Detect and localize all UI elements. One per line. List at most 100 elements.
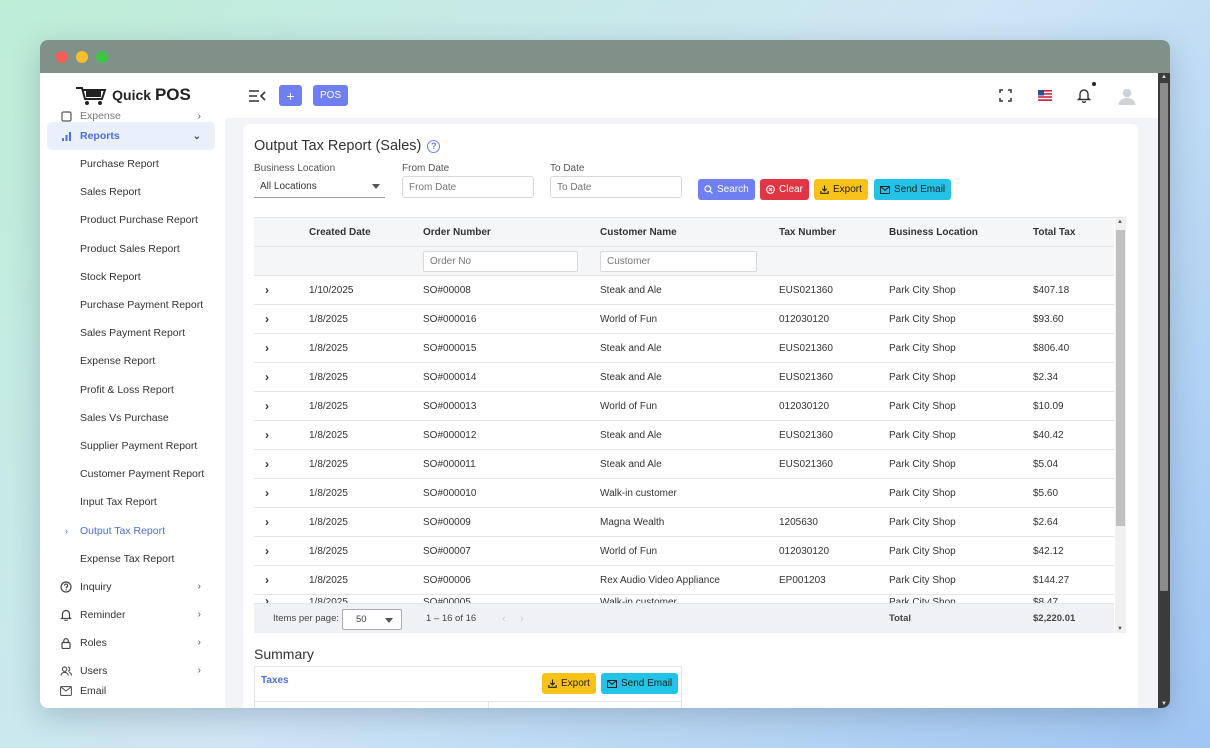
table-row[interactable]: › 1/10/2025 SO#00008 Steak and Ale EUS021360… [254, 276, 1114, 305]
sidebar-subitem-expense-tax-report[interactable]: Expense Tax Report [40, 545, 225, 573]
search-button[interactable]: Search [698, 179, 755, 200]
summary-send-email-button[interactable]: Send Email [601, 673, 679, 694]
expand-row-icon[interactable]: › [260, 363, 274, 391]
fullscreen-icon[interactable] [995, 86, 1015, 106]
table-row[interactable]: › 1/8/2025 SO#000012 Steak and Ale EUS021360… [254, 421, 1114, 450]
expand-row-icon[interactable]: › [260, 392, 274, 420]
cell-business-location: Park City Shop [889, 458, 956, 470]
header-business-location[interactable]: Business Location [889, 218, 978, 246]
cell-order-number: SO#000016 [423, 313, 477, 325]
chevron-right-icon: › [197, 581, 201, 593]
items-per-page-select[interactable]: 50 [342, 609, 402, 630]
expand-row-icon[interactable]: › [260, 479, 274, 507]
grid-scrollbar-thumb[interactable] [1116, 230, 1125, 526]
chevron-down-icon: ⌄ [192, 130, 201, 142]
prev-page-icon[interactable]: ‹ [502, 604, 506, 633]
users-icon [60, 665, 72, 677]
grid-scrollbar[interactable]: ▲ ▼ [1115, 218, 1126, 633]
header-customer-name[interactable]: Customer Name [600, 218, 677, 246]
expand-row-icon[interactable]: › [260, 508, 274, 536]
sidebar-subitem-product-purchase-report[interactable]: Product Purchase Report [40, 206, 225, 234]
from-date-input[interactable]: From Date [402, 176, 534, 198]
cell-tax-number: EUS021360 [779, 458, 833, 470]
minimize-window-button[interactable] [76, 51, 88, 63]
to-date-input[interactable]: To Date [550, 176, 682, 198]
expand-row-icon[interactable]: › [260, 334, 274, 362]
pagination-range: 1 – 16 of 16 [426, 613, 477, 624]
sidebar-item-reminder[interactable]: Reminder › [40, 601, 225, 629]
order-no-filter-input[interactable]: Order No [423, 251, 578, 272]
cell-created-date: 1/8/2025 [309, 371, 348, 383]
table-row[interactable]: › 1/8/2025 SO#000013 World of Fun 012030120 P… [254, 392, 1114, 421]
header-created-date[interactable]: Created Date [309, 218, 371, 246]
export-button[interactable]: Export [814, 179, 868, 200]
cell-business-location: Park City Shop [889, 313, 956, 325]
expand-row-icon[interactable]: › [260, 566, 274, 594]
sidebar-subitem-purchase-report[interactable]: Purchase Report [40, 150, 225, 178]
expand-row-icon[interactable]: › [260, 537, 274, 565]
help-icon[interactable]: ? [427, 139, 441, 153]
sidebar-subitem-input-tax-report[interactable]: Input Tax Report [40, 488, 225, 516]
expand-row-icon[interactable]: › [260, 305, 274, 333]
customer-filter-input[interactable]: Customer [600, 251, 757, 272]
sidebar-subitem-profit-loss-report[interactable]: Profit & Loss Report [40, 376, 225, 404]
scroll-up-icon[interactable]: ▲ [1117, 219, 1123, 225]
page-scrollbar-thumb[interactable] [1160, 83, 1168, 591]
cell-order-number: SO#000012 [423, 429, 477, 441]
sidebar-subitem-product-sales-report[interactable]: Product Sales Report [40, 235, 225, 263]
sidebar-subitem-customer-payment-report[interactable]: Customer Payment Report [40, 460, 225, 488]
scroll-down-icon[interactable]: ▼ [1161, 701, 1167, 707]
sidebar-subitem-sales-vs-purchase[interactable]: Sales Vs Purchase [40, 404, 225, 432]
add-button[interactable]: + [279, 85, 302, 106]
to-date-placeholder: To Date [557, 181, 592, 193]
expand-row-icon[interactable]: › [260, 421, 274, 449]
cell-order-number: SO#000013 [423, 400, 477, 412]
sidebar-subitem-purchase-payment-report[interactable]: Purchase Payment Report [40, 291, 225, 319]
maximize-window-button[interactable] [96, 51, 108, 63]
tab-taxes[interactable]: Taxes [261, 675, 289, 686]
sidebar-item-inquiry[interactable]: Inquiry › [40, 573, 225, 601]
expand-row-icon[interactable]: › [260, 450, 274, 478]
menu-collapse-icon[interactable] [248, 89, 266, 103]
cell-customer-name: Walk-in customer [600, 487, 677, 499]
us-flag-icon[interactable] [1035, 86, 1055, 106]
header-total-tax[interactable]: Total Tax [1033, 218, 1075, 246]
table-row[interactable]: › 1/8/2025 SO#000014 Steak and Ale EUS021360… [254, 363, 1114, 392]
table-row[interactable]: › 1/8/2025 SO#00007 World of Fun 012030120 Pa… [254, 537, 1114, 566]
table-row[interactable]: › 1/8/2025 SO#000016 World of Fun 012030120 P… [254, 305, 1114, 334]
summary-export-button[interactable]: Export [542, 673, 596, 694]
page-scrollbar[interactable]: ▲ ▼ [1158, 73, 1170, 708]
sidebar-subitem-supplier-payment-report[interactable]: Supplier Payment Report [40, 432, 225, 460]
sidebar-subitem-sales-report[interactable]: Sales Report [40, 178, 225, 206]
sidebar-item-expense[interactable]: Expense › [40, 108, 225, 122]
clear-button[interactable]: Clear [760, 179, 809, 200]
cell-total-tax: $2.64 [1033, 516, 1059, 528]
scroll-up-icon[interactable]: ▲ [1161, 74, 1167, 80]
notification-bell-icon[interactable] [1074, 81, 1096, 106]
sidebar-subitem-stock-report[interactable]: Stock Report [40, 263, 225, 291]
sidebar-item-roles[interactable]: Roles › [40, 629, 225, 657]
scroll-down-icon[interactable]: ▼ [1117, 626, 1123, 632]
business-location-select[interactable]: All Locations [254, 176, 385, 198]
sidebar-subitem-output-tax-report[interactable]: › Output Tax Report [40, 516, 225, 544]
sidebar-item-users[interactable]: Users › [40, 657, 225, 685]
table-row[interactable]: › 1/8/2025 SO#00006 Rex Audio Video Applian… [254, 566, 1114, 595]
table-row[interactable]: › 1/8/2025 SO#000010 Walk-in customer Park C… [254, 479, 1114, 508]
user-avatar-icon[interactable] [1116, 85, 1138, 107]
sidebar-subitem-sales-payment-report[interactable]: Sales Payment Report [40, 319, 225, 347]
table-row[interactable]: › 1/8/2025 SO#000015 Steak and Ale EUS021360… [254, 334, 1114, 363]
pos-button[interactable]: POS [313, 85, 349, 106]
sidebar-item-email[interactable]: Email [40, 685, 225, 699]
close-window-button[interactable] [56, 51, 68, 63]
header-tax-number[interactable]: Tax Number [779, 218, 836, 246]
next-page-icon[interactable]: › [520, 604, 524, 633]
mail-icon [880, 185, 890, 194]
table-row[interactable]: › 1/8/2025 SO#000011 Steak and Ale EUS021360… [254, 450, 1114, 479]
table-row[interactable]: › 1/8/2025 SO#00009 Magna Wealth 1205630 Park… [254, 508, 1114, 537]
send-email-button[interactable]: Send Email [874, 179, 952, 200]
expand-row-icon[interactable]: › [260, 276, 274, 304]
sidebar-subitem-expense-report[interactable]: Expense Report [40, 347, 225, 375]
header-order-number[interactable]: Order Number [423, 218, 491, 246]
sidebar-item-reports[interactable]: Reports ⌄ [47, 122, 215, 150]
grid-footer: Items per page: 50 1 – 16 of 16 ‹ › Tota… [254, 603, 1114, 633]
